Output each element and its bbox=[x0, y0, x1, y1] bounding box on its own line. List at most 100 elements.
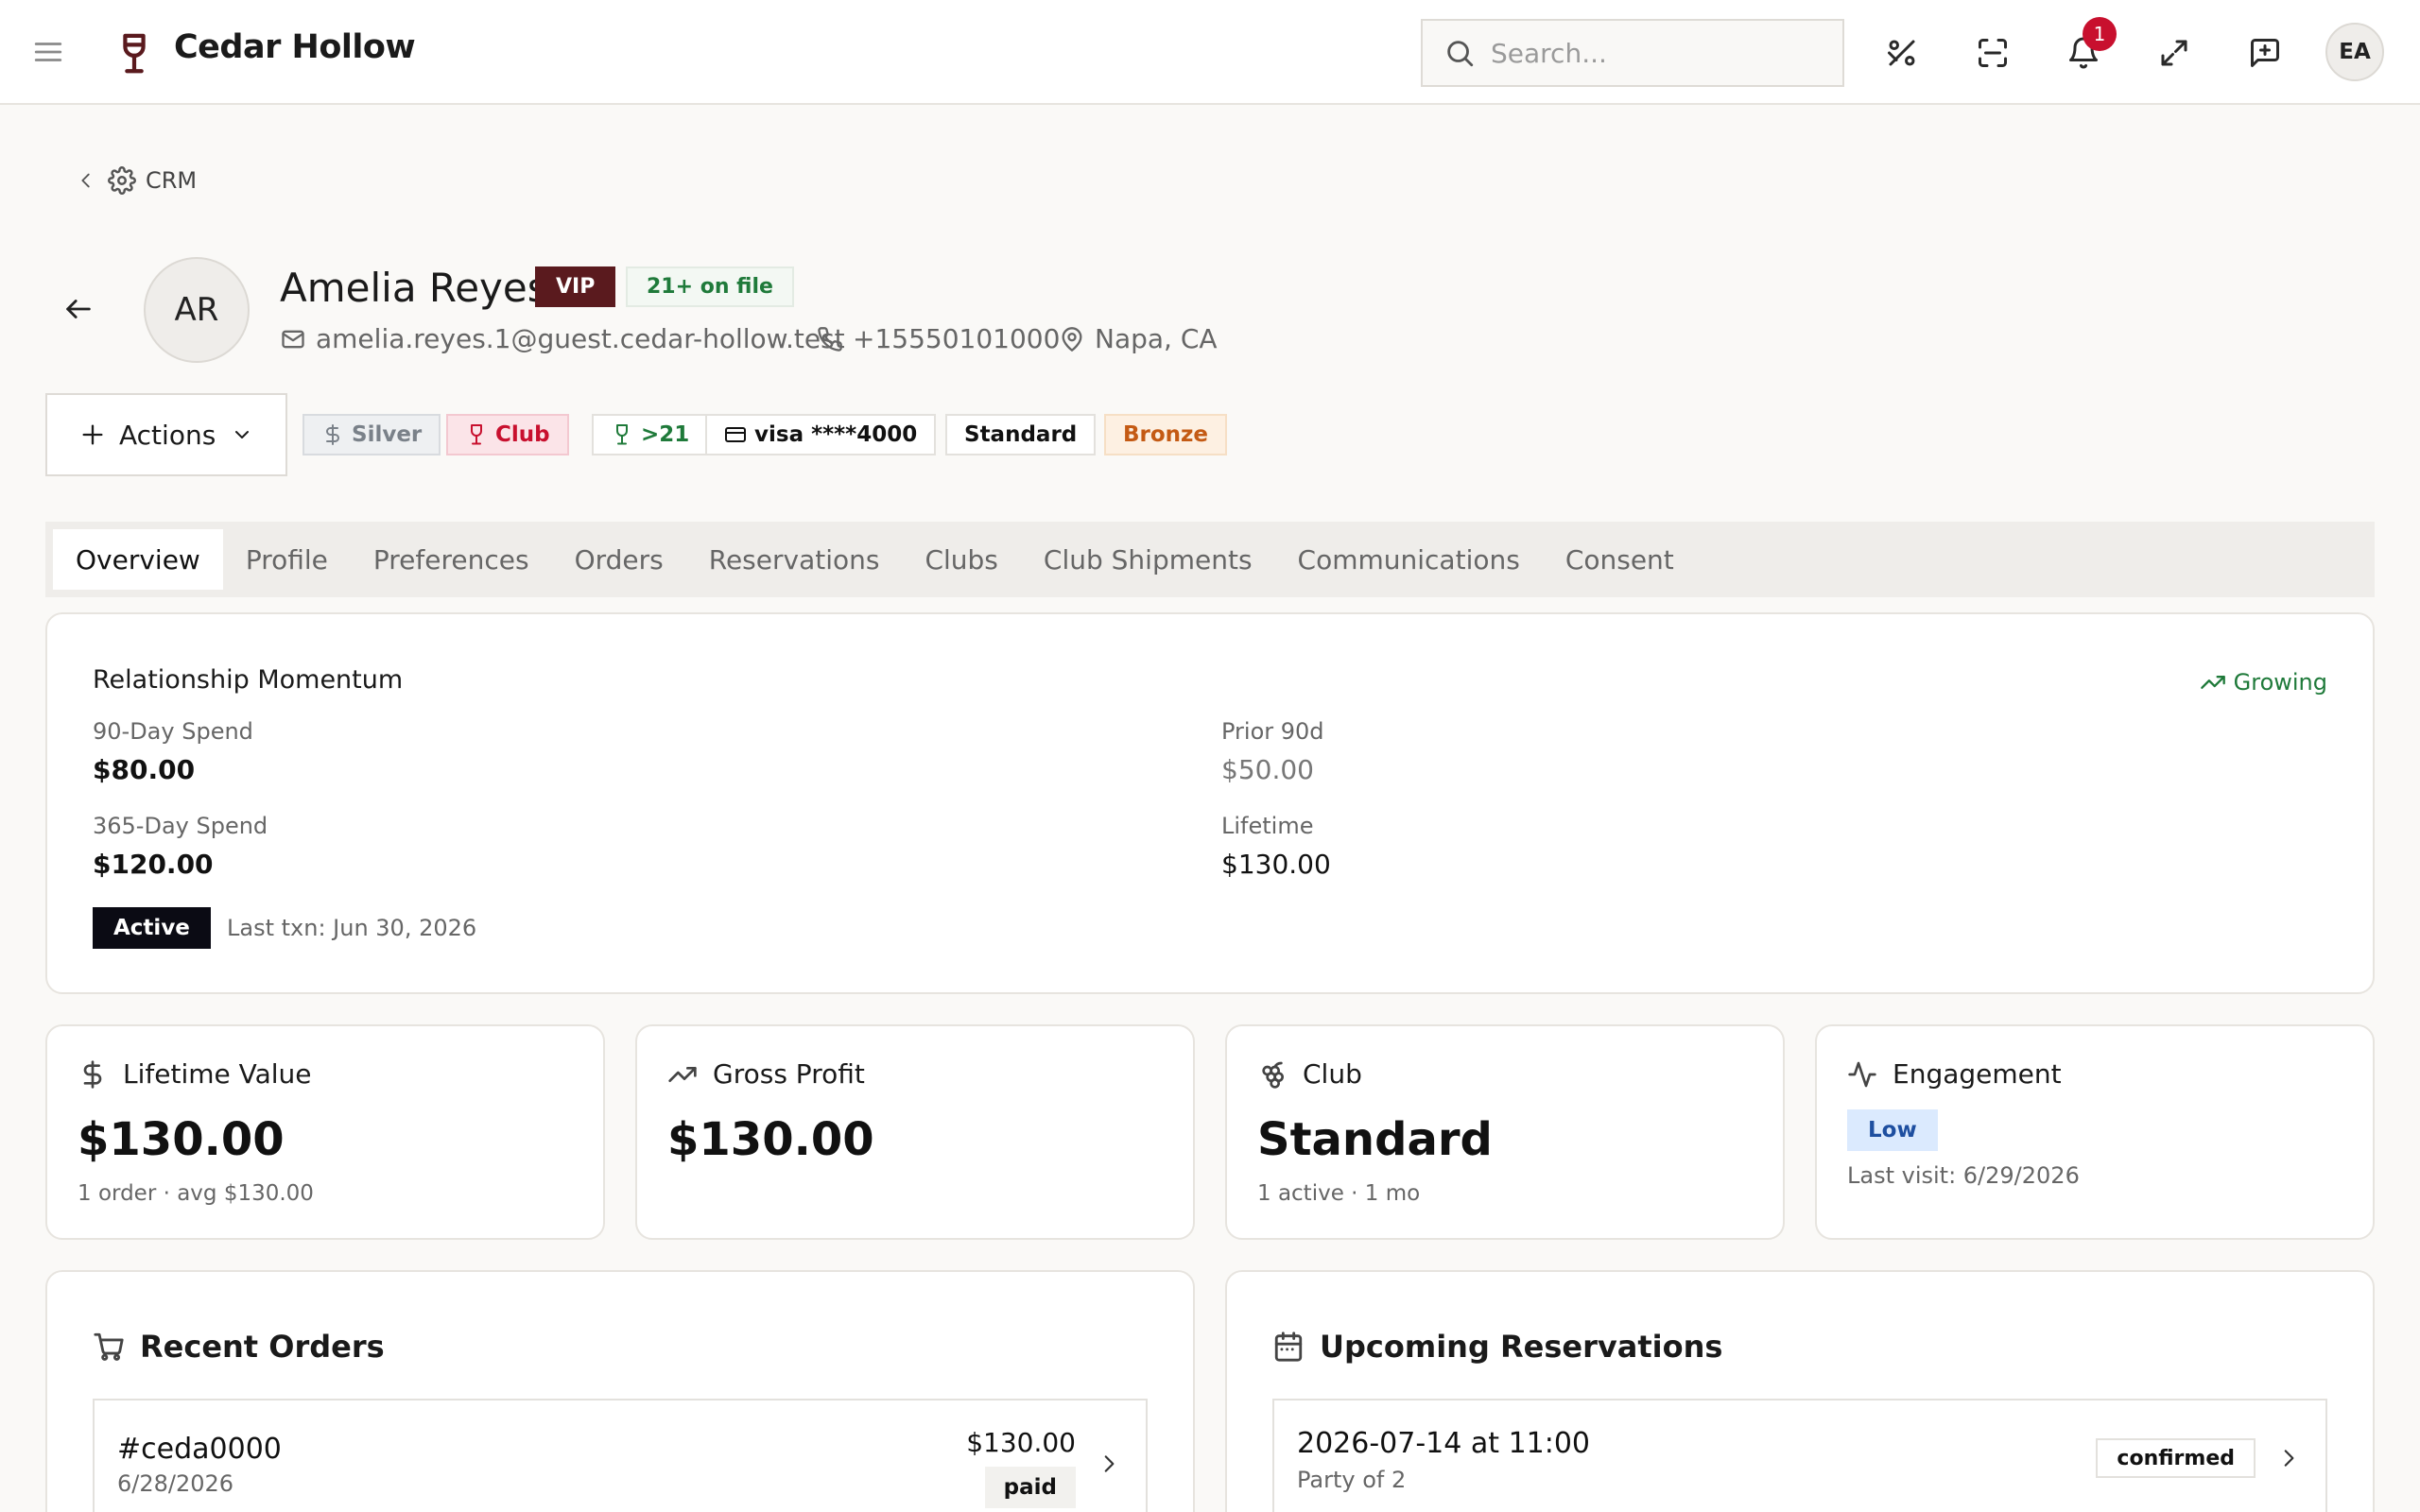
gross-profit-label: Gross Profit bbox=[713, 1058, 865, 1090]
ltv-sub: 1 order · avg $130.00 bbox=[78, 1181, 314, 1206]
lifetime-label: Lifetime bbox=[1221, 813, 1314, 839]
spend-90-label: 90-Day Spend bbox=[93, 718, 253, 745]
chevron-down-icon bbox=[231, 423, 253, 446]
order-row[interactable]: #ceda0000 6/28/2026 $130.00 paid bbox=[93, 1399, 1148, 1512]
order-number: #ceda0000 bbox=[117, 1433, 282, 1466]
spend-365-value: $120.00 bbox=[93, 849, 214, 880]
age-chip: >21 bbox=[592, 414, 709, 455]
reservation-row[interactable]: 2026-07-14 at 11:00 Party of 2 confirmed bbox=[1272, 1399, 2327, 1512]
recent-orders-card: Recent Orders #ceda0000 6/28/2026 $130.0… bbox=[45, 1270, 1195, 1512]
actions-label: Actions bbox=[119, 419, 216, 451]
engagement-label: Engagement bbox=[1893, 1058, 2062, 1090]
prior-90-value: $50.00 bbox=[1221, 754, 1314, 785]
vip-badge: VIP bbox=[535, 266, 616, 307]
wine-glass-logo-icon bbox=[119, 32, 149, 76]
tab-orders[interactable]: Orders bbox=[552, 529, 686, 590]
ltv-value: $130.00 bbox=[78, 1113, 285, 1166]
menu-icon[interactable] bbox=[32, 36, 64, 68]
breadcrumb-label: CRM bbox=[146, 167, 198, 194]
gross-profit-value: $130.00 bbox=[667, 1113, 874, 1166]
ltv-label: Lifetime Value bbox=[123, 1058, 312, 1090]
phone-icon bbox=[818, 326, 842, 352]
trending-up-icon bbox=[2200, 676, 2225, 689]
engagement-level-badge: Low bbox=[1847, 1109, 1938, 1151]
tab-clubs[interactable]: Clubs bbox=[902, 529, 1020, 590]
credit-card-icon bbox=[725, 427, 746, 442]
club-chip: Club bbox=[446, 414, 569, 455]
club-sub: 1 active · 1 mo bbox=[1257, 1181, 1421, 1206]
reservation-datetime: 2026-07-14 at 11:00 bbox=[1297, 1427, 1591, 1460]
club-label: Club bbox=[1303, 1058, 1362, 1090]
prior-90-label: Prior 90d bbox=[1221, 718, 1324, 745]
relationship-momentum-card: Relationship Momentum Growing 90-Day Spe… bbox=[45, 612, 2375, 994]
tab-profile[interactable]: Profile bbox=[223, 529, 351, 590]
tier-silver-chip: Silver bbox=[302, 414, 441, 455]
lifetime-value: $130.00 bbox=[1221, 849, 1331, 880]
payment-card-chip: visa ****4000 bbox=[705, 414, 937, 455]
lifetime-value-card: Lifetime Value $130.00 1 order · avg $13… bbox=[45, 1024, 605, 1240]
tab-club-shipments[interactable]: Club Shipments bbox=[1021, 529, 1275, 590]
wine-glass-icon bbox=[471, 424, 482, 445]
search-input[interactable] bbox=[1491, 37, 1831, 69]
tab-communications[interactable]: Communications bbox=[1275, 529, 1543, 590]
age-verified-badge: 21+ on file bbox=[626, 266, 794, 307]
back-arrow-icon[interactable] bbox=[62, 293, 95, 325]
spend-90-value: $80.00 bbox=[93, 754, 196, 785]
order-date: 6/28/2026 bbox=[117, 1470, 234, 1497]
map-pin-icon bbox=[1062, 326, 1082, 352]
upcoming-reservations-card: Upcoming Reservations 2026-07-14 at 11:0… bbox=[1225, 1270, 2375, 1512]
tab-preferences[interactable]: Preferences bbox=[351, 529, 552, 590]
tab-consent[interactable]: Consent bbox=[1543, 529, 1697, 590]
gross-profit-card: Gross Profit $130.00 bbox=[635, 1024, 1195, 1240]
club-value: Standard bbox=[1257, 1113, 1493, 1166]
dollar-icon bbox=[83, 1059, 102, 1089]
calendar-icon bbox=[1274, 1332, 1303, 1362]
gear-icon bbox=[108, 166, 136, 195]
reservation-status-badge: confirmed bbox=[2096, 1438, 2256, 1478]
actions-button[interactable]: Actions bbox=[45, 393, 287, 476]
chevron-left-icon bbox=[76, 170, 96, 191]
activity-icon bbox=[1848, 1061, 1876, 1087]
spend-365-label: 365-Day Spend bbox=[93, 813, 268, 839]
top-bar: Cedar Hollow 1 EA bbox=[0, 0, 2420, 105]
customer-name: Amelia Reyes bbox=[280, 265, 548, 311]
engagement-card: Engagement Low Last visit: 6/29/2026 bbox=[1815, 1024, 2375, 1240]
reservations-title: Upcoming Reservations bbox=[1320, 1329, 1723, 1365]
scan-icon[interactable] bbox=[1976, 36, 2010, 70]
customer-location: Napa, CA bbox=[1059, 323, 1218, 354]
momentum-title: Relationship Momentum bbox=[93, 665, 404, 695]
status-badge: Active bbox=[93, 907, 211, 949]
user-avatar[interactable]: EA bbox=[2325, 23, 2384, 81]
dollar-icon bbox=[326, 424, 339, 445]
search-box[interactable] bbox=[1421, 19, 1844, 87]
notification-badge: 1 bbox=[2083, 17, 2117, 51]
plus-icon bbox=[79, 421, 106, 448]
customer-phone[interactable]: +15550101000 bbox=[817, 323, 1060, 354]
club-card: Club Standard 1 active · 1 mo bbox=[1225, 1024, 1785, 1240]
percent-icon[interactable] bbox=[1885, 36, 1919, 70]
recent-orders-title: Recent Orders bbox=[140, 1329, 385, 1365]
expand-icon[interactable] bbox=[2157, 36, 2191, 70]
breadcrumb[interactable]: CRM bbox=[76, 166, 197, 195]
feedback-icon[interactable] bbox=[2248, 36, 2282, 70]
tab-reservations[interactable]: Reservations bbox=[686, 529, 903, 590]
brand-name: Cedar Hollow bbox=[174, 28, 416, 66]
tier-bronze-chip: Bronze bbox=[1104, 414, 1228, 455]
search-icon bbox=[1443, 37, 1476, 69]
chevron-right-icon bbox=[1097, 1452, 1121, 1476]
trending-up-icon bbox=[668, 1066, 697, 1082]
reservation-party: Party of 2 bbox=[1297, 1467, 1407, 1493]
last-transaction: Last txn: Jun 30, 2026 bbox=[227, 915, 477, 941]
tab-bar: Overview Profile Preferences Orders Rese… bbox=[45, 522, 2375, 597]
customer-avatar: AR bbox=[144, 257, 250, 363]
last-visit: Last visit: 6/29/2026 bbox=[1847, 1162, 2080, 1189]
cart-icon bbox=[94, 1332, 124, 1361]
membership-standard-chip: Standard bbox=[945, 414, 1097, 455]
tab-overview[interactable]: Overview bbox=[53, 529, 223, 590]
chevron-right-icon bbox=[2276, 1446, 2301, 1470]
order-amount: $130.00 bbox=[966, 1427, 1076, 1458]
momentum-trend: Growing bbox=[2200, 669, 2327, 696]
order-status-badge: paid bbox=[984, 1467, 1076, 1508]
wine-glass-icon bbox=[616, 424, 628, 445]
customer-email[interactable]: amelia.reyes.1@guest.cedar-hollow.test bbox=[280, 323, 845, 354]
